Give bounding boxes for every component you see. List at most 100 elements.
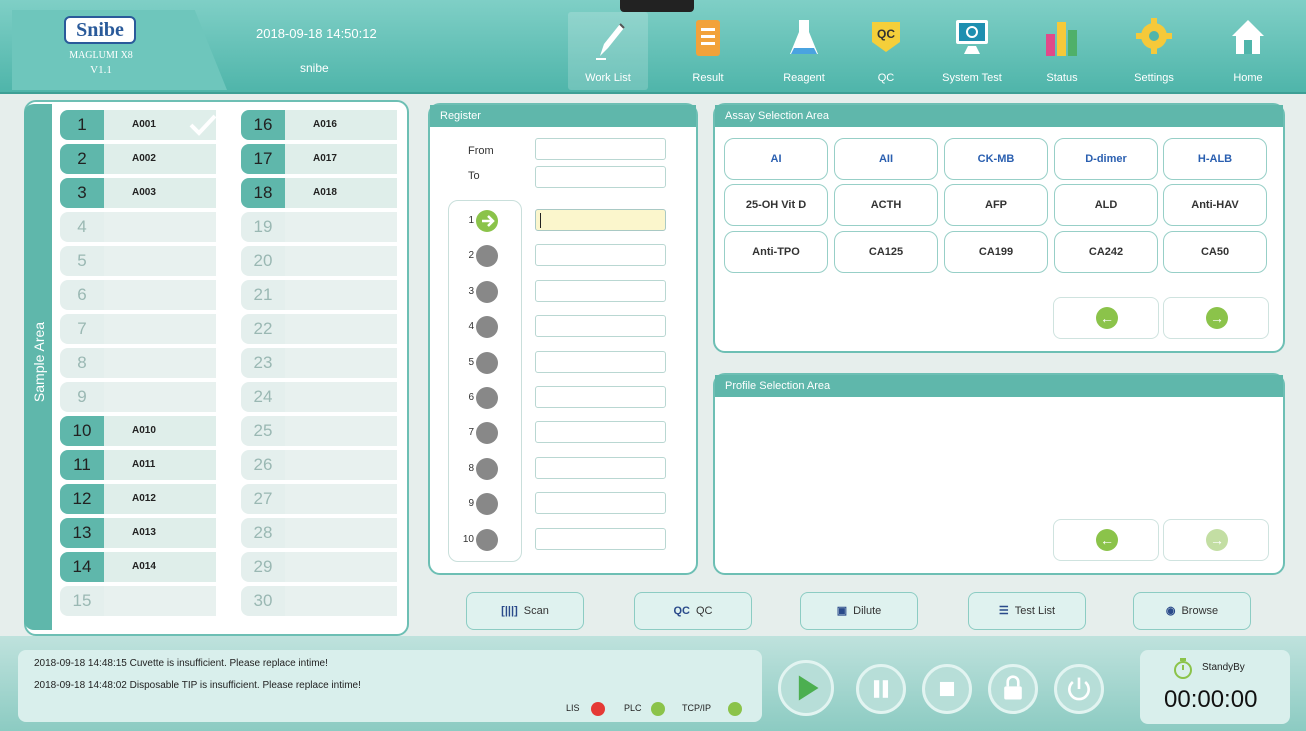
dilute-button[interactable]: ▣ Dilute [800, 592, 918, 630]
assay-afp-button[interactable]: AFP [944, 184, 1048, 226]
sample-slot[interactable]: 9 [60, 382, 216, 412]
user-name: snibe [300, 61, 329, 75]
sample-slot[interactable]: 4 [60, 212, 216, 242]
assay-anti-hav-button[interactable]: Anti-HAV [1163, 184, 1267, 226]
qc-button[interactable]: QC QC [634, 592, 752, 630]
nav-result-button[interactable]: Result [668, 12, 748, 90]
sample-slot[interactable]: 16 A016 [241, 110, 397, 140]
sample-slot-number: 26 [241, 450, 285, 480]
sample-slot[interactable]: 19 [241, 212, 397, 242]
sample-slot[interactable]: 28 [241, 518, 397, 548]
sample-slot[interactable]: 22 [241, 314, 397, 344]
sample-slot[interactable]: 21 [241, 280, 397, 310]
sample-slot[interactable]: 14 A014 [60, 552, 216, 582]
sample-slot[interactable]: 17 A017 [241, 144, 397, 174]
assay-ca199-button[interactable]: CA199 [944, 231, 1048, 273]
sample-slot-number: 1 [60, 110, 104, 140]
sample-slot[interactable]: 24 [241, 382, 397, 412]
sample-slot-id [104, 382, 216, 412]
assay-aii-button[interactable]: AII [834, 138, 938, 180]
assay-h-alb-button[interactable]: H-ALB [1163, 138, 1267, 180]
lock-button[interactable] [988, 664, 1038, 714]
sample-slot[interactable]: 18 A018 [241, 178, 397, 208]
browse-button[interactable]: ◉ Browse [1133, 592, 1251, 630]
sample-slot[interactable]: 30 [241, 586, 397, 616]
to-field[interactable] [535, 166, 666, 188]
sample-slot[interactable]: 5 [60, 246, 216, 276]
assay-next-button[interactable]: → [1163, 297, 1269, 339]
sample-slot[interactable]: 10 A010 [60, 416, 216, 446]
assay-ca50-button[interactable]: CA50 [1163, 231, 1267, 273]
assay-25-oh-vit-d-button[interactable]: 25-OH Vit D [724, 184, 828, 226]
profile-next-button[interactable]: → [1163, 519, 1269, 561]
assay-acth-button[interactable]: ACTH [834, 184, 938, 226]
sample-slot-number: 2 [60, 144, 104, 174]
stop-button[interactable] [922, 664, 972, 714]
sample-slot[interactable]: 6 [60, 280, 216, 310]
profile-prev-button[interactable]: ← [1053, 519, 1159, 561]
sample-slot[interactable]: 2 A002 [60, 144, 216, 174]
sample-slot[interactable]: 27 [241, 484, 397, 514]
sample-id-field-9[interactable] [535, 492, 666, 515]
nav-reagent-button[interactable]: Reagent [764, 12, 844, 90]
sample-slot[interactable]: 8 [60, 348, 216, 378]
home-icon [1230, 16, 1266, 64]
sample-slot[interactable]: 23 [241, 348, 397, 378]
sample-slot[interactable]: 7 [60, 314, 216, 344]
sample-slot[interactable]: 25 [241, 416, 397, 446]
nav-home-button[interactable]: Home [1208, 12, 1288, 90]
model-name: MAGLUMI X8 [69, 50, 133, 61]
sample-area-label: Sample Area [24, 104, 52, 630]
sample-slot[interactable]: 15 [60, 586, 216, 616]
assay-d-dimer-button[interactable]: D-dimer [1054, 138, 1158, 180]
sample-slot-id: A016 [285, 110, 397, 140]
assay-ck-mb-button[interactable]: CK-MB [944, 138, 1048, 180]
assay-ca242-button[interactable]: CA242 [1054, 231, 1158, 273]
sample-slot[interactable]: 29 [241, 552, 397, 582]
nav-status-button[interactable]: Status [1022, 12, 1102, 90]
sample-slot-number: 10 [60, 416, 104, 446]
nav-work-list-button[interactable]: Work List [568, 12, 648, 90]
status-dot [591, 702, 605, 716]
sample-id-field-7[interactable] [535, 421, 666, 444]
pause-button[interactable] [856, 664, 906, 714]
sample-id-field-4[interactable] [535, 315, 666, 338]
sample-id-field-3[interactable] [535, 279, 666, 302]
sample-id-field-2[interactable] [535, 244, 666, 267]
assay-ald-button[interactable]: ALD [1054, 184, 1158, 226]
nav-qc-button[interactable]: QC QC [846, 12, 926, 90]
register-row-number: 10 [462, 533, 474, 545]
sample-slot[interactable]: 26 [241, 450, 397, 480]
sample-slot[interactable]: 20 [241, 246, 397, 276]
sample-slot[interactable]: 12 A012 [60, 484, 216, 514]
sample-slot-id: A017 [285, 144, 397, 174]
sample-id-field-6[interactable] [535, 386, 666, 408]
status-dot [651, 702, 665, 716]
sample-slot[interactable]: 1 A001 [60, 110, 217, 140]
nav-system-test-button[interactable]: System Test [932, 12, 1012, 90]
sample-slot[interactable]: 11 A011 [60, 450, 216, 480]
sample-slot[interactable]: 3 A003 [60, 178, 216, 208]
assay-prev-button[interactable]: ← [1053, 297, 1159, 339]
assay-ca125-button[interactable]: CA125 [834, 231, 938, 273]
power-button[interactable] [1054, 664, 1104, 714]
sample-id-field-8[interactable] [535, 456, 666, 479]
sample-id-field-10[interactable] [535, 527, 666, 550]
sample-slot-id: A014 [104, 552, 216, 582]
sample-slot-number: 18 [241, 178, 285, 208]
assay-anti-tpo-button[interactable]: Anti-TPO [724, 231, 828, 273]
nav-label: Status [1046, 72, 1078, 84]
register-row-number: 8 [468, 462, 474, 474]
sample-slot[interactable]: 13 A013 [60, 518, 216, 548]
toolbar-label: Browse [1181, 605, 1219, 617]
scan-button[interactable]: [|||] Scan [466, 592, 584, 630]
sample-slot-id [104, 314, 216, 344]
sample-id-field-5[interactable] [535, 350, 666, 373]
test-list-button[interactable]: ☰ Test List [968, 592, 1086, 630]
start-button[interactable] [778, 660, 834, 716]
from-field[interactable] [535, 138, 666, 160]
sample-id-field-1[interactable] [535, 209, 666, 231]
assay-ai-button[interactable]: AI [724, 138, 828, 180]
sample-slot-id: A012 [104, 484, 216, 514]
nav-settings-button[interactable]: Settings [1114, 12, 1194, 90]
